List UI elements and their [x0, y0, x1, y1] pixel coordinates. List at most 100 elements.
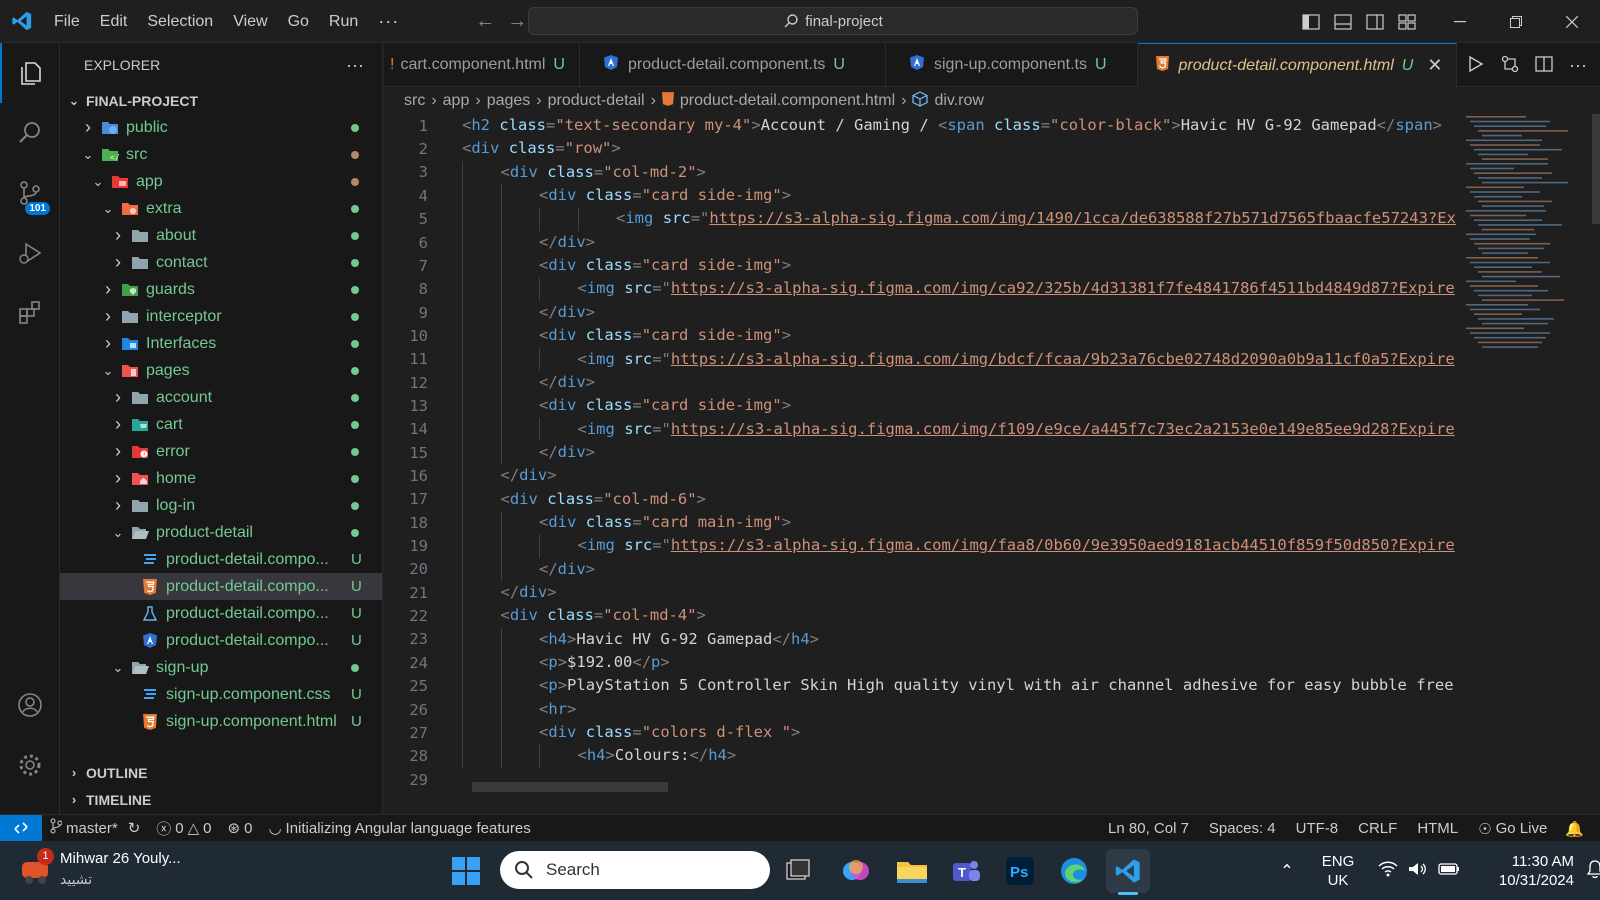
problems-status[interactable]: ⓧ 0 △ 0 [148, 818, 219, 839]
vertical-scrollbar[interactable] [1592, 114, 1600, 224]
file-item[interactable]: product-detail.compo... U [60, 600, 382, 627]
task-view-icon[interactable] [776, 849, 820, 893]
line-ending[interactable]: CRLF [1348, 820, 1407, 837]
folder-item[interactable]: › guards [60, 276, 382, 303]
notifications-bell-icon[interactable]: 🔔 [1557, 820, 1600, 838]
vscode-taskbar-icon[interactable] [1106, 849, 1150, 895]
breadcrumb-src[interactable]: src [404, 92, 425, 110]
file-item[interactable]: product-detail.compo... U [60, 546, 382, 573]
toggle-primary-sidebar-icon[interactable] [1295, 0, 1327, 43]
menu-edit[interactable]: Edit [90, 0, 138, 43]
folder-item[interactable]: ⌄ sign-up [60, 654, 382, 681]
url-link[interactable]: https://s3-alpha-sig.figma.com/img/bdcf/… [671, 350, 1455, 368]
copilot-icon[interactable] [834, 849, 878, 893]
explorer-icon[interactable] [0, 43, 60, 103]
minimize-icon[interactable] [1432, 0, 1488, 43]
remote-indicator-icon[interactable] [0, 814, 42, 842]
volume-icon[interactable] [1408, 861, 1428, 880]
timeline-section[interactable]: › TIMELINE [60, 786, 382, 813]
file-item[interactable]: sign-up.component.html U [60, 708, 382, 735]
folder-item[interactable]: › log-in [60, 492, 382, 519]
url-link[interactable]: https://s3-alpha-sig.figma.com/img/ca92/… [671, 279, 1455, 297]
menu-file[interactable]: File [44, 0, 90, 43]
source-control-icon[interactable]: 101 [0, 163, 60, 223]
folder-item[interactable]: ⌄ </> src [60, 141, 382, 168]
split-editor-icon[interactable] [1528, 55, 1560, 75]
menu-view[interactable]: View [223, 0, 277, 43]
folder-item[interactable]: › Interfaces [60, 330, 382, 357]
folder-item[interactable]: ⌄ extra [60, 195, 382, 222]
toggle-panel-icon[interactable] [1327, 0, 1359, 43]
menu-selection[interactable]: Selection [137, 0, 223, 43]
close-tab-icon[interactable]: ✕ [1427, 55, 1442, 76]
restore-icon[interactable] [1488, 0, 1544, 43]
file-item[interactable]: product-detail.compo... U [60, 573, 382, 600]
folder-item[interactable]: › interceptor [60, 303, 382, 330]
indentation[interactable]: Spaces: 4 [1199, 820, 1286, 837]
breadcrumb-product-detail[interactable]: product-detail [548, 92, 645, 110]
breadcrumb-symbol[interactable]: div.row [934, 92, 984, 110]
notification-bell-icon[interactable] [1586, 859, 1600, 882]
ports-status[interactable]: ⊛ 0 [220, 819, 261, 838]
tab-product-detail-ts[interactable]: product-detail.component.ts U [580, 43, 886, 87]
taskbar-search[interactable]: Search [500, 851, 770, 889]
photoshop-icon[interactable]: Ps [998, 849, 1042, 893]
settings-gear-icon[interactable] [0, 735, 60, 795]
more-actions-icon[interactable]: ··· [1562, 55, 1594, 76]
tab-sign-up-ts[interactable]: sign-up.component.ts U [886, 43, 1138, 87]
teams-icon[interactable]: T [944, 849, 988, 893]
file-item[interactable]: product-detail.compo... U [60, 627, 382, 654]
run-debug-icon[interactable] [0, 223, 60, 283]
news-widget[interactable]: 1 Mihwar 26 Youly... تشييد [18, 848, 181, 889]
system-clock[interactable]: 11:30 AM 10/31/2024 [1482, 852, 1574, 890]
minimap[interactable] [1460, 114, 1600, 814]
folder-item[interactable]: › account [60, 384, 382, 411]
customize-layout-icon[interactable] [1391, 0, 1423, 43]
menu-more-button[interactable]: ··· [368, 11, 409, 32]
tab-cart-html[interactable]: ! cart.component.html U [384, 43, 580, 87]
accounts-icon[interactable] [0, 675, 60, 735]
url-link[interactable]: https://s3-alpha-sig.figma.com/img/faa8/… [671, 536, 1455, 554]
project-root[interactable]: ⌄ FINAL-PROJECT [60, 87, 382, 114]
folder-item[interactable]: ›! error [60, 438, 382, 465]
explorer-more-button[interactable]: ··· [346, 55, 364, 76]
encoding[interactable]: UTF-8 [1286, 820, 1349, 837]
folder-item[interactable]: › contact [60, 249, 382, 276]
extensions-icon[interactable] [0, 283, 60, 343]
input-language[interactable]: ENG UK [1316, 852, 1360, 890]
folder-item[interactable]: ⌄ pages [60, 357, 382, 384]
folder-item[interactable]: ⌄ product-detail [60, 519, 382, 546]
command-center-search[interactable]: final-project [528, 7, 1138, 35]
go-live-button[interactable]: ☉ Go Live [1468, 820, 1557, 838]
language-mode[interactable]: HTML [1407, 820, 1468, 837]
file-explorer-icon[interactable] [890, 849, 934, 893]
back-arrow-icon[interactable]: ← [469, 10, 501, 33]
run-icon[interactable] [1460, 55, 1492, 75]
breadcrumb-pages[interactable]: pages [487, 92, 531, 110]
tab-product-detail-html[interactable]: product-detail.component.html U ✕ [1137, 43, 1458, 87]
show-hidden-icons-chevron-up-icon[interactable]: ⌃ [1272, 861, 1302, 881]
wifi-icon[interactable] [1378, 861, 1398, 880]
file-item[interactable]: sign-up.component.css U [60, 681, 382, 708]
folder-item[interactable]: ⌄ app [60, 168, 382, 195]
toggle-secondary-sidebar-icon[interactable] [1359, 0, 1391, 43]
folder-item[interactable]: › about [60, 222, 382, 249]
menu-go[interactable]: Go [278, 0, 319, 43]
battery-icon[interactable] [1438, 862, 1460, 879]
breadcrumb-file[interactable]: product-detail.component.html [680, 92, 895, 110]
open-changes-icon[interactable] [1494, 55, 1526, 76]
cursor-position[interactable]: Ln 80, Col 7 [1098, 820, 1199, 837]
close-window-icon[interactable] [1544, 0, 1600, 43]
branch-status[interactable]: master* ↻ [42, 818, 148, 838]
search-icon[interactable] [0, 103, 60, 163]
windows-start-icon[interactable] [444, 849, 488, 893]
folder-item[interactable]: › cart [60, 411, 382, 438]
code-editor[interactable]: 1 <h2 class="text-secondary my-4">Account… [384, 114, 1600, 814]
edge-browser-icon[interactable] [1052, 849, 1096, 893]
breadcrumb-app[interactable]: app [443, 92, 470, 110]
url-link[interactable]: https://s3-alpha-sig.figma.com/img/f109/… [671, 420, 1455, 438]
outline-section[interactable]: › OUTLINE [60, 759, 382, 786]
horizontal-scrollbar[interactable] [472, 782, 668, 792]
menu-run[interactable]: Run [319, 0, 368, 43]
folder-item[interactable]: › public [60, 114, 382, 141]
